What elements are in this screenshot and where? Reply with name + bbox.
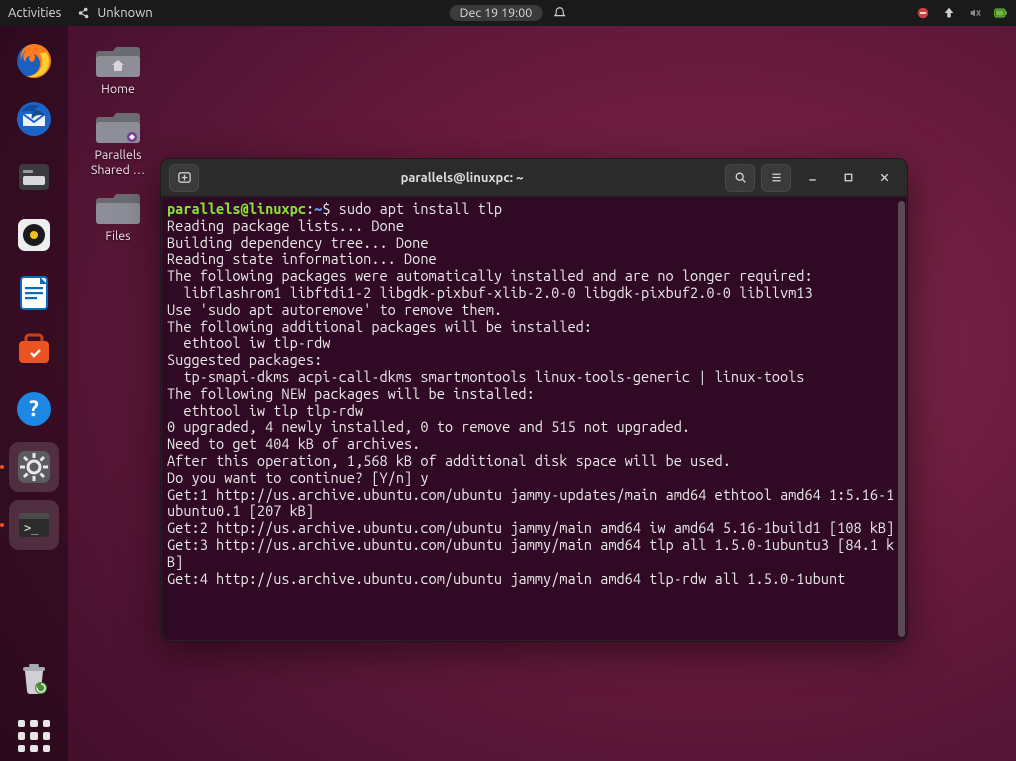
dock-settings[interactable]: [9, 442, 59, 492]
terminal-window: parallels@linuxpc: ~ parallels@linuxpc:~…: [160, 158, 908, 642]
terminal-body[interactable]: parallels@linuxpc:~$ sudo apt install tl…: [161, 197, 907, 641]
dock-help[interactable]: ?: [9, 384, 59, 434]
desktop-icon-parallels-shared[interactable]: Parallels Shared …: [86, 104, 150, 177]
dock-files[interactable]: [9, 152, 59, 202]
desktop-icon-label: Files: [105, 229, 130, 243]
desktop-icons: Home Parallels Shared … Files: [86, 38, 150, 244]
hamburger-menu-button[interactable]: [761, 164, 791, 192]
close-icon: [878, 171, 891, 184]
desktop-icon-home[interactable]: Home: [86, 38, 150, 96]
search-button[interactable]: [725, 164, 755, 192]
top-menu-bar: Activities Unknown Dec 19 19:00: [0, 0, 1016, 26]
search-icon: [734, 171, 747, 184]
volume-muted-icon[interactable]: [968, 6, 982, 20]
desktop-icon-label: Parallels Shared …: [86, 148, 150, 177]
terminal-titlebar[interactable]: parallels@linuxpc: ~: [161, 159, 907, 197]
close-button[interactable]: [869, 164, 899, 192]
dock-libreoffice-writer[interactable]: [9, 268, 59, 318]
maximize-button[interactable]: [833, 164, 863, 192]
minimize-icon: [806, 171, 819, 184]
dock-firefox[interactable]: [9, 36, 59, 86]
dock-rhythmbox[interactable]: [9, 210, 59, 260]
desktop-icon-label: Home: [101, 82, 135, 96]
window-title: parallels@linuxpc: ~: [205, 171, 719, 185]
dock-thunderbird[interactable]: [9, 94, 59, 144]
activities-button[interactable]: Activities: [8, 6, 61, 20]
maximize-icon: [842, 171, 855, 184]
clock[interactable]: Dec 19 19:00: [450, 5, 543, 21]
dock: ? >_: [0, 26, 68, 761]
active-app-label: Unknown: [97, 6, 152, 20]
dock-terminal[interactable]: >_: [9, 500, 59, 550]
new-tab-button[interactable]: [169, 164, 199, 192]
battery-icon[interactable]: [994, 6, 1008, 20]
svg-text:>_: >_: [24, 521, 39, 535]
svg-text:?: ?: [29, 396, 39, 421]
do-not-disturb-icon[interactable]: [916, 6, 930, 20]
active-app-indicator[interactable]: Unknown: [77, 6, 152, 20]
dock-software-center[interactable]: [9, 326, 59, 376]
desktop-icon-files[interactable]: Files: [86, 185, 150, 243]
show-applications[interactable]: [9, 711, 59, 761]
notification-bell-icon[interactable]: [552, 6, 566, 20]
apps-grid-icon: [14, 716, 54, 756]
hamburger-icon: [770, 171, 783, 184]
app-icon: [77, 6, 91, 20]
network-icon[interactable]: [942, 6, 956, 20]
dock-trash[interactable]: [9, 653, 59, 703]
minimize-button[interactable]: [797, 164, 827, 192]
